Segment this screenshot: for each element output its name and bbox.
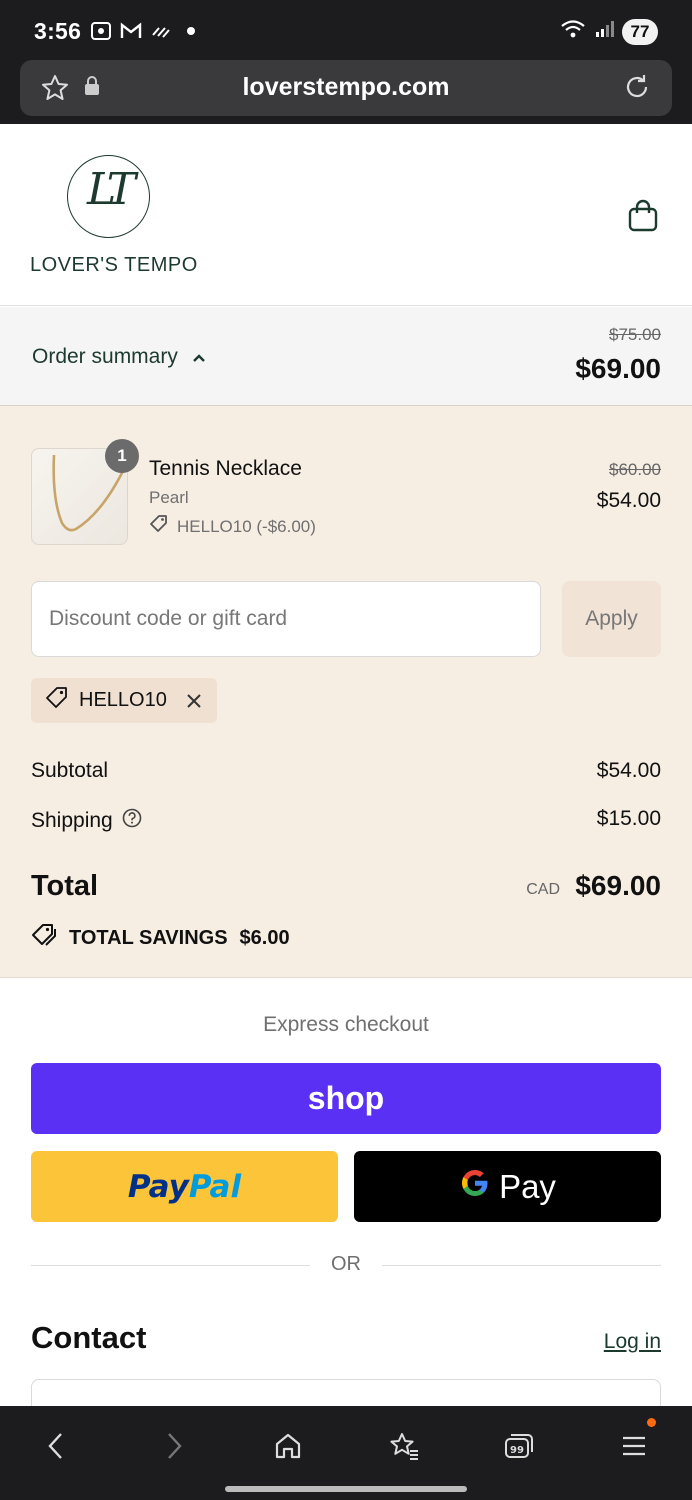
notification-icons [90, 20, 202, 42]
battery-indicator: 77 [622, 18, 658, 45]
google-g-icon [459, 1167, 491, 1207]
order-summary-toggle[interactable]: Order summary $75.00 $69.00 [0, 307, 692, 406]
help-circle-icon[interactable] [121, 807, 143, 835]
shipping-label: Shipping [31, 809, 113, 832]
remove-code-icon[interactable] [185, 692, 203, 710]
login-link[interactable]: Log in [604, 1330, 661, 1354]
product-name: Tennis Necklace [149, 457, 302, 480]
browser-toolbar: loverstempo.com [0, 60, 692, 124]
discount-code-input[interactable] [31, 581, 541, 657]
paypal-button[interactable]: Pay Pal [31, 1151, 338, 1222]
order-summary-panel: 1 Tennis Necklace Pearl HELLO10 (-$6.00)… [0, 406, 692, 978]
total-savings: TOTAL SAVINGS $6.00 [31, 923, 290, 953]
status-bar: 3:56 77 [0, 0, 692, 64]
tabs-icon[interactable]: 99 [497, 1424, 541, 1468]
shipping-value: $15.00 [596, 807, 661, 830]
wifi-calling-icon [150, 20, 172, 42]
total-value: $69.00 [575, 870, 661, 901]
svg-text:99: 99 [510, 1445, 524, 1456]
gmail-icon [120, 20, 142, 42]
signal-icon [594, 19, 614, 44]
system-status: 77 [560, 18, 658, 45]
menu-icon[interactable] [612, 1424, 656, 1468]
product-discount: HELLO10 (-$6.00) [149, 514, 316, 539]
bookmarks-icon[interactable] [382, 1424, 426, 1468]
reload-icon[interactable] [622, 72, 652, 107]
shopping-bag-icon[interactable] [626, 199, 660, 238]
applied-code-label: HELLO10 [79, 689, 167, 711]
shipping-row: Shipping [31, 807, 143, 835]
forward-icon[interactable] [152, 1424, 196, 1468]
address-bar[interactable]: loverstempo.com [20, 60, 672, 116]
subtotal-label: Subtotal [31, 759, 109, 782]
express-checkout-title: Express checkout [263, 1013, 429, 1036]
currency-code: CAD [526, 881, 560, 898]
screenshot-icon [90, 20, 112, 42]
or-separator: OR [331, 1253, 361, 1275]
total-label: Total [31, 870, 99, 902]
savings-value: $6.00 [239, 926, 290, 949]
divider [382, 1265, 661, 1266]
quantity-badge: 1 [105, 439, 139, 473]
status-time: 3:56 [34, 18, 82, 44]
home-indicator[interactable] [225, 1486, 467, 1492]
home-icon[interactable] [266, 1424, 310, 1468]
store-header: LT LOVER'S TEMPO [0, 124, 692, 306]
product-price: $54.00 [596, 489, 661, 512]
order-summary-label[interactable]: Order summary [32, 345, 206, 369]
browser-bottom-nav: 99 [0, 1406, 692, 1500]
notification-dot [647, 1418, 656, 1427]
back-icon[interactable] [34, 1424, 78, 1468]
summary-total: $69.00 [575, 353, 661, 384]
google-pay-button[interactable]: Pay [354, 1151, 661, 1222]
logo-monogram[interactable]: LT [67, 155, 150, 238]
divider [31, 1265, 310, 1266]
chevron-up-icon [192, 345, 206, 369]
subtotal-value: $54.00 [596, 759, 661, 782]
apply-discount-button[interactable]: Apply [562, 581, 661, 657]
wifi-icon [560, 18, 586, 45]
product-variant: Pearl [149, 488, 189, 507]
dot-icon [180, 20, 202, 42]
savings-tag-icon [31, 923, 57, 953]
url-text[interactable]: loverstempo.com [20, 73, 672, 102]
tag-icon [149, 514, 169, 539]
logo-wordmark[interactable]: LOVER'S TEMPO [30, 254, 198, 277]
product-original-price: $60.00 [609, 460, 661, 479]
tag-icon [45, 686, 69, 716]
applied-code-chip: HELLO10 [31, 678, 217, 723]
shop-pay-button[interactable]: shop [31, 1063, 661, 1134]
contact-heading: Contact [31, 1320, 147, 1355]
savings-label: TOTAL SAVINGS [69, 926, 228, 949]
original-total: $75.00 [609, 325, 661, 344]
